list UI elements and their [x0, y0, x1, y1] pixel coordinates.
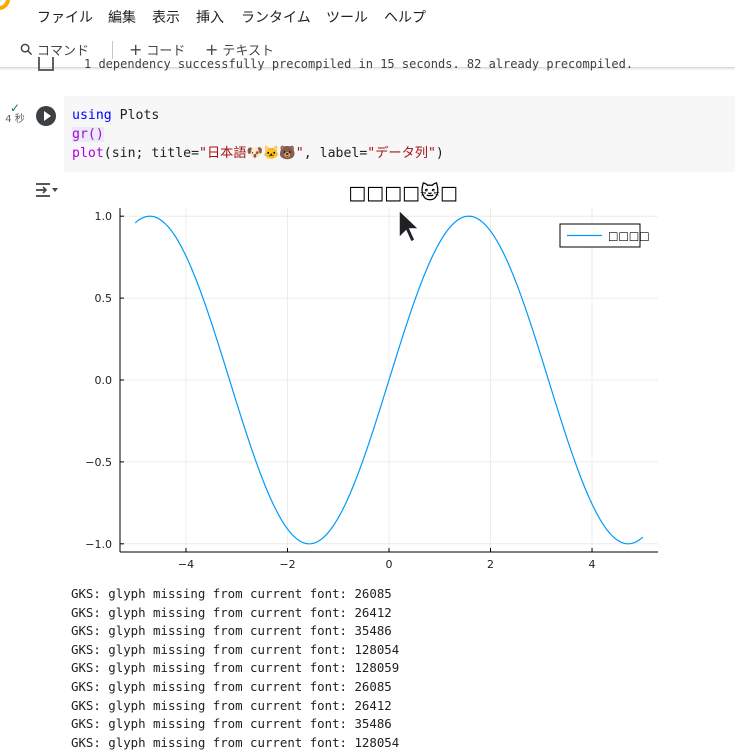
x-tick-label: −2: [279, 558, 295, 571]
output-options-icon[interactable]: [35, 181, 59, 199]
y-tick-label: 0.5: [95, 292, 113, 305]
menu-tools[interactable]: ツール: [326, 7, 368, 27]
code-line3-a: (sin; title=: [103, 146, 200, 161]
code-label-string: "データ列": [367, 146, 436, 161]
menu-runtime[interactable]: ランタイム: [241, 7, 311, 27]
log-line: GKS: glyph missing from current font: 12…: [71, 734, 400, 750]
code-line2: gr(): [72, 127, 104, 142]
code-line3-c: ): [435, 146, 444, 161]
code-title-string: "日本語🐶🐱🐻": [199, 146, 304, 161]
menu-edit[interactable]: 編集: [108, 7, 136, 27]
log-line: GKS: glyph missing from current font: 26…: [71, 604, 392, 620]
run-cell-button[interactable]: [36, 106, 56, 126]
y-tick-label: 0.0: [95, 374, 113, 387]
execution-status: ✓ 4 秒: [4, 101, 26, 125]
check-icon: ✓: [9, 101, 21, 115]
log-line: GKS: glyph missing from current font: 26…: [71, 678, 392, 694]
log-line: GKS: glyph missing from current font: 35…: [71, 716, 392, 732]
execution-time: 4 秒: [5, 114, 25, 125]
code-plot-fn: plot: [72, 146, 104, 161]
previous-output-text: 1 dependency successfully precompiled in…: [84, 57, 634, 71]
plot-title: □□□□🐱□: [348, 182, 458, 204]
plus-icon: +: [129, 40, 143, 59]
code-keyword: using: [72, 108, 112, 123]
stderr-log: GKS: glyph missing from current font: 26…: [71, 585, 399, 752]
mouse-cursor-icon: [398, 208, 421, 244]
log-line: GKS: glyph missing from current font: 26…: [71, 586, 392, 601]
x-tick-label: −4: [178, 558, 194, 571]
x-tick-label: 2: [487, 558, 494, 571]
output-clear-icon[interactable]: [38, 57, 54, 71]
previous-cell-output: 1 dependency successfully precompiled in…: [0, 57, 735, 73]
log-line: GKS: glyph missing from current font: 12…: [71, 660, 400, 676]
log-line: GKS: glyph missing from current font: 35…: [71, 623, 392, 639]
plus-icon: +: [205, 40, 219, 59]
menu-insert[interactable]: 挿入: [196, 7, 224, 27]
log-line: GKS: glyph missing from current font: 12…: [71, 641, 400, 657]
code-line3-b: , label=: [303, 146, 368, 161]
colab-logo[interactable]: [0, 0, 10, 10]
search-icon: [20, 43, 33, 56]
y-tick-label: 1.0: [95, 210, 113, 223]
menu-view[interactable]: 表示: [152, 7, 180, 27]
menu-file[interactable]: ファイル: [37, 7, 93, 27]
x-tick-label: 0: [386, 558, 393, 571]
menu-bar: ファイル 編集 表示 挿入 ランタイム ツール ヘルプ: [0, 0, 735, 32]
log-line: GKS: glyph missing from current font: 26…: [71, 697, 392, 713]
menu-help[interactable]: ヘルプ: [384, 7, 426, 27]
code-text[interactable]: using Plots gr() plot(sin; title="日本語🐶🐱🐻…: [72, 106, 444, 163]
legend-label: □□□□: [608, 230, 650, 243]
y-tick-label: −1.0: [85, 538, 112, 551]
y-tick-label: −0.5: [85, 456, 112, 469]
code-line1-rest: Plots: [111, 108, 160, 123]
x-tick-label: 4: [589, 558, 596, 571]
